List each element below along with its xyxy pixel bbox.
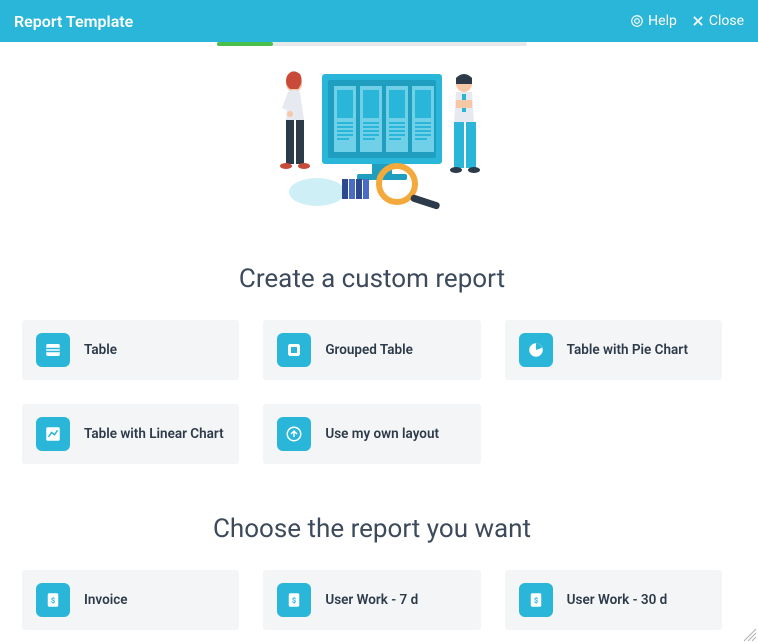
choose-report-grid: $ Invoice $ User Work - 7 d $ User Work …	[22, 570, 722, 630]
header-actions: Help Close	[630, 13, 744, 29]
help-button[interactable]: Help	[630, 13, 677, 29]
modal-body[interactable]: Create a custom report Table Grouped Tab…	[0, 42, 744, 643]
invoice-icon: $	[519, 583, 553, 617]
close-icon	[691, 14, 705, 28]
progress-wrap	[22, 42, 722, 46]
close-label: Close	[709, 13, 744, 29]
card-label: Table with Pie Chart	[567, 341, 688, 359]
progress-fill	[217, 42, 273, 46]
card-label: Use my own layout	[325, 425, 439, 443]
invoice-icon: $	[36, 583, 70, 617]
invoice-icon: $	[277, 583, 311, 617]
card-grouped-table[interactable]: Grouped Table	[263, 320, 480, 380]
hero-illustration	[22, 64, 722, 224]
modal-title: Report Template	[14, 12, 133, 31]
pie-chart-icon	[519, 333, 553, 367]
progress-bar	[217, 42, 527, 46]
help-icon	[630, 14, 644, 28]
svg-text:$: $	[292, 596, 296, 605]
card-linear-chart[interactable]: Table with Linear Chart	[22, 404, 239, 464]
card-table[interactable]: Table	[22, 320, 239, 380]
choose-report-title: Choose the report you want	[22, 514, 722, 544]
layout-icon	[277, 417, 311, 451]
svg-text:$: $	[534, 596, 538, 605]
close-button[interactable]: Close	[691, 13, 744, 29]
help-label: Help	[648, 13, 677, 29]
table-icon	[36, 333, 70, 367]
card-label: Table	[84, 341, 117, 359]
svg-text:$: $	[51, 596, 55, 605]
card-user-work-7d[interactable]: $ User Work - 7 d	[263, 570, 480, 630]
card-invoice[interactable]: $ Invoice	[22, 570, 239, 630]
grouped-table-icon	[277, 333, 311, 367]
card-user-work-30d[interactable]: $ User Work - 30 d	[505, 570, 722, 630]
card-label: Table with Linear Chart	[84, 425, 224, 443]
linear-chart-icon	[36, 417, 70, 451]
card-own-layout[interactable]: Use my own layout	[263, 404, 480, 464]
card-label: User Work - 30 d	[567, 591, 668, 609]
card-label: User Work - 7 d	[325, 591, 418, 609]
card-label: Invoice	[84, 591, 128, 609]
card-pie-chart[interactable]: Table with Pie Chart	[505, 320, 722, 380]
resize-grip-icon[interactable]	[742, 627, 758, 643]
custom-report-title: Create a custom report	[22, 264, 722, 294]
modal-header: Report Template Help Close	[0, 0, 758, 42]
custom-report-grid: Table Grouped Table Table with Pie Chart…	[22, 320, 722, 464]
card-label: Grouped Table	[325, 341, 413, 359]
